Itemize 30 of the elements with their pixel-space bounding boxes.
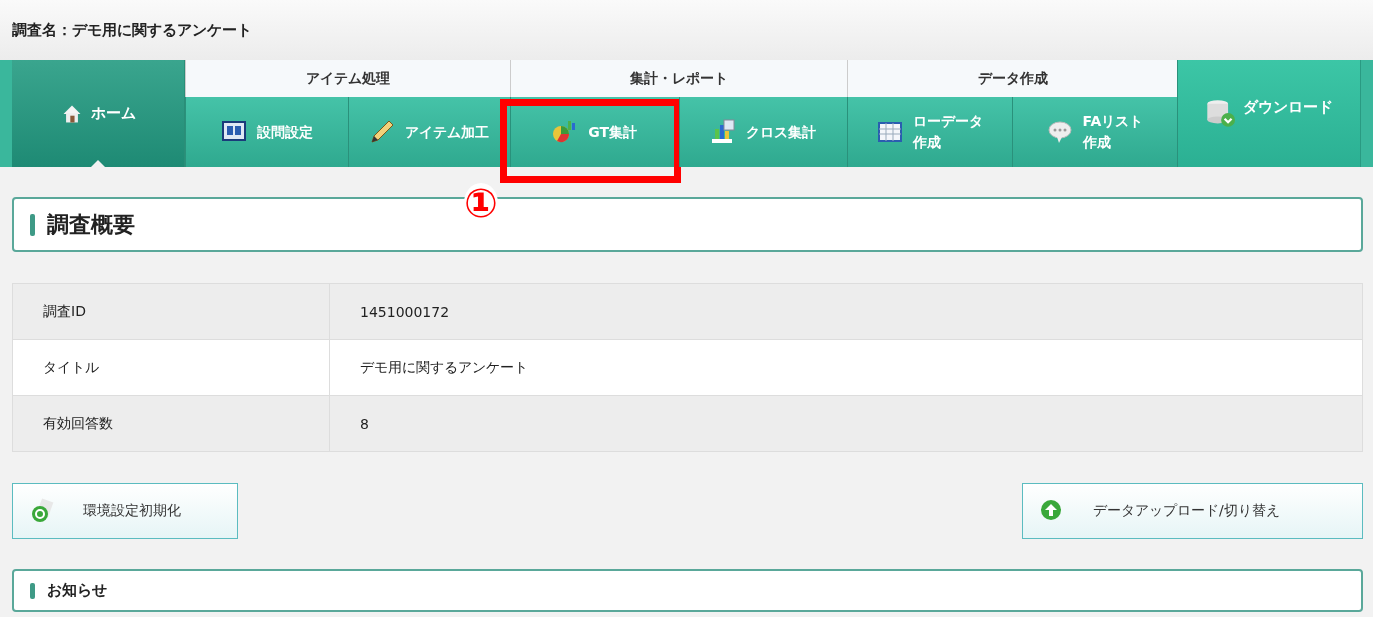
menu-tab[interactable]: 設問設定 [185, 97, 348, 167]
table-cell: 有効回答数 [13, 396, 330, 451]
accent-bar [30, 582, 35, 599]
pencil-icon [369, 119, 396, 145]
section-title: 調査概要 [47, 210, 135, 239]
menu-tab[interactable]: クロス集計 [678, 97, 847, 167]
power-icon [29, 498, 55, 524]
table-cell-text: 1451000172 [359, 302, 450, 322]
menu-tab[interactable]: アイテム加工 [347, 97, 510, 167]
pointer-notch [91, 160, 105, 167]
download-tab[interactable]: ダウンロード [1177, 60, 1360, 167]
menu-group-header: データ作成 [847, 60, 1177, 97]
database-icon [1205, 98, 1235, 128]
accent-bar [30, 213, 35, 236]
table-cell: タイトル [13, 340, 330, 395]
speech-bubble-icon [1046, 119, 1073, 145]
home-tab[interactable]: ホーム [12, 60, 185, 167]
menu-group-header: アイテム処理 [185, 60, 510, 97]
menu-tab[interactable]: FAリスト 作成 [1012, 97, 1177, 167]
survey-name: 調査名：デモ用に関するアンケート [12, 20, 252, 40]
table-cell: 調査ID [13, 284, 330, 339]
menu-group-header: 集計・レポート [510, 60, 847, 97]
bar-chart-icon [710, 119, 737, 145]
upload-button[interactable]: データアップロード/切り替え [1022, 483, 1363, 539]
table-icon [877, 119, 903, 145]
table-cell-text: デモ用に関するアンケート [359, 357, 528, 377]
menu-tab[interactable]: ローデータ 作成 [847, 97, 1012, 167]
section-title: お知らせ [47, 581, 107, 600]
table-cell-text: 8 [359, 414, 369, 434]
reset-button[interactable]: 環境設定初期化 [12, 483, 238, 539]
